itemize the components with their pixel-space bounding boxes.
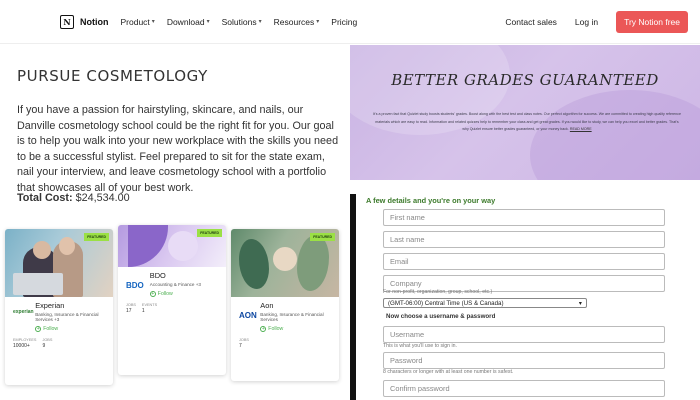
bdo-logo: BDO — [126, 281, 144, 290]
experian-logo: experian — [13, 309, 34, 315]
stat-value: 17 — [126, 308, 132, 314]
timezone-value: (GMT-06:00) Central Time (US & Canada) — [388, 299, 504, 307]
featured-badge: FEATURED — [84, 233, 109, 241]
grades-banner: BETTER GRADES GUARANTEED It's a proven f… — [350, 45, 700, 180]
stat-label: JOBS — [239, 338, 249, 342]
username-field[interactable] — [383, 326, 665, 343]
featured-badge: FEATURED — [310, 233, 335, 241]
follow-button[interactable]: + Follow — [260, 326, 331, 332]
company-stats: JOBS 17 EVENTS 1 — [126, 303, 218, 314]
card-cover-image: FEATURED — [231, 229, 339, 297]
banner-title: BETTER GRADES GUARANTEED — [391, 71, 659, 89]
nav-download-label: Download — [166, 16, 205, 27]
company-category: Banking, Insurance & Financial Services — [260, 312, 324, 322]
follow-label: Follow — [268, 326, 284, 332]
company-card-experian[interactable]: FEATURED experian Experian Banking, Insu… — [5, 229, 113, 385]
confirm-password-field[interactable] — [383, 380, 665, 397]
company-category: Accounting & Finance +3 — [149, 282, 201, 287]
plus-icon: + — [35, 325, 42, 332]
nav-product[interactable]: Product ▾ — [121, 17, 155, 27]
total-cost-label: Total Cost: — [17, 192, 73, 204]
last-name-field[interactable] — [383, 231, 665, 248]
company-name[interactable]: Aon — [260, 301, 331, 310]
chevron-down-icon: ▾ — [578, 299, 582, 307]
stat-value: 10000+ — [13, 343, 30, 349]
try-notion-button[interactable]: Try Notion free — [616, 10, 688, 33]
stat-label: JOBS — [42, 338, 53, 342]
aon-logo: AON — [239, 311, 257, 320]
notion-logo-icon: N — [60, 14, 74, 29]
contact-sales-link[interactable]: Contact sales — [505, 17, 557, 27]
timezone-select[interactable]: (GMT-06:00) Central Time (US & Canada) ▾ — [383, 298, 587, 308]
company-name[interactable]: Experian — [35, 301, 105, 310]
nav-solutions[interactable]: Solutions ▾ — [222, 17, 262, 27]
total-cost-value: $24,534.00 — [75, 192, 130, 204]
stat-value: 1 — [141, 308, 145, 314]
nav-menu: Product ▾ Download ▾ Solutions ▾ Resources ▾… — [121, 17, 358, 27]
notion-logo-text: Notion — [80, 16, 109, 27]
stat-value: 9 — [42, 343, 46, 349]
password-hint: 8 characters or longer with at least one… — [383, 369, 514, 375]
email-field[interactable] — [383, 253, 665, 270]
banner-read-more-link[interactable]: READ MORE — [570, 127, 592, 131]
first-name-field[interactable] — [383, 209, 665, 226]
signup-form: A few details and you're on your way For… — [350, 180, 700, 400]
notion-navbar: N Notion Product ▾ Download ▾ Solutions ▾ R… — [0, 0, 700, 44]
screenshot-collage: N Notion Product ▾ Download ▾ Solutions ▾ R… — [0, 0, 700, 400]
banner-body: It's a proven fact that Quizlet study bo… — [372, 111, 682, 134]
company-card-aon[interactable]: FEATURED AON Aon Banking, Insurance & Fi… — [231, 229, 339, 381]
stat-label: EMPLOYEES — [13, 338, 37, 342]
stat-label: EVENTS — [141, 303, 158, 307]
password-field[interactable] — [383, 352, 665, 369]
company-name[interactable]: BDO — [150, 271, 201, 280]
plus-icon: + — [149, 290, 156, 297]
follow-label: Follow — [157, 291, 173, 297]
chevron-down-icon: ▾ — [316, 19, 320, 25]
cosmetology-panel: PURSUE COSMETOLOGY If you have a passion… — [0, 45, 350, 225]
nav-resources-label: Resources — [273, 16, 315, 27]
nav-resources[interactable]: Resources ▾ — [274, 17, 320, 27]
nav-solutions-label: Solutions — [221, 16, 257, 27]
card-cover-image: FEATURED — [118, 225, 226, 267]
follow-label: Follow — [43, 326, 59, 332]
stat-label: JOBS — [126, 303, 136, 307]
company-card-bdo[interactable]: FEATURED BDO BDO Accounting & Finance +3… — [118, 225, 226, 375]
company-hint: For non-profit, organization, group, sch… — [383, 289, 493, 295]
login-link[interactable]: Log in — [575, 17, 598, 27]
nav-pricing[interactable]: Pricing — [331, 17, 357, 27]
nav-product-label: Product — [120, 16, 150, 27]
banner-watercolor-wash — [530, 90, 700, 180]
chevron-down-icon: ▾ — [258, 19, 262, 25]
nav-pricing-label: Pricing — [331, 16, 358, 27]
chevron-down-icon: ▾ — [151, 19, 155, 25]
cosmetology-title: PURSUE COSMETOLOGY — [17, 67, 208, 85]
username-hint: This is what you'll use to sign in. — [383, 343, 457, 349]
stat-value: 7 — [239, 343, 242, 349]
follow-button[interactable]: + Follow — [35, 326, 105, 332]
nav-actions: Contact sales Log in Try Notion free — [505, 10, 688, 33]
form-side-bar — [350, 194, 356, 400]
featured-badge: FEATURED — [197, 229, 222, 237]
nav-download[interactable]: Download ▾ — [167, 17, 210, 27]
chevron-down-icon: ▾ — [206, 19, 210, 25]
company-stats: EMPLOYEES 10000+ JOBS 9 — [13, 338, 105, 349]
follow-button[interactable]: + Follow — [149, 290, 201, 297]
card-cover-image: FEATURED — [5, 229, 113, 297]
form-heading: A few details and you're on your way — [366, 196, 496, 205]
company-stats: JOBS 7 — [239, 338, 331, 349]
cosmetology-description: If you have a passion for hairstyling, s… — [17, 104, 339, 194]
total-cost: Total Cost: $24,534.00 — [17, 192, 130, 204]
plus-icon: + — [260, 325, 267, 332]
notion-logo[interactable]: N Notion — [60, 14, 109, 29]
banner-body-text: It's a proven fact that Quizlet study bo… — [373, 112, 681, 131]
company-cards: FEATURED experian Experian Banking, Insu… — [0, 225, 350, 400]
company-category: Banking, Insurance & Financial Services … — [35, 312, 99, 322]
credentials-section-title: Now choose a username & password — [386, 313, 496, 320]
